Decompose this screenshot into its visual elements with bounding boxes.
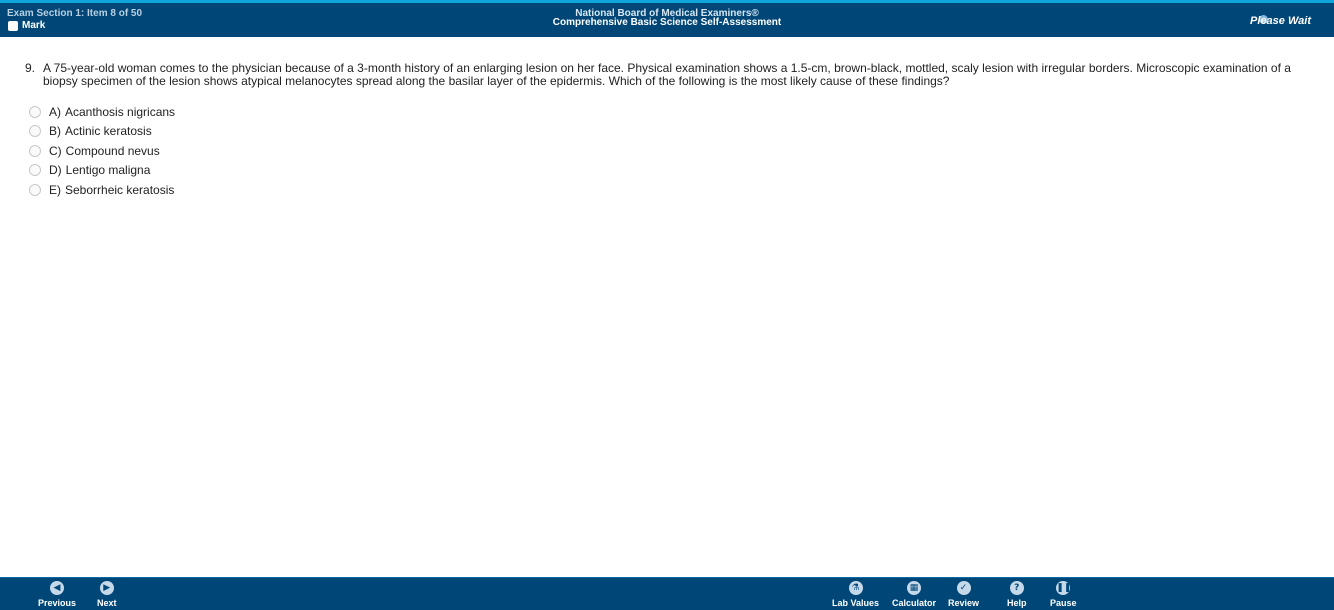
radio-button[interactable]	[29, 183, 41, 196]
pause-label: Pause	[1050, 598, 1077, 608]
footer-bar: ◀ Previous ▶ Next ⚗ Lab Values ▦ Calcula…	[0, 577, 1334, 610]
answer-option-d[interactable]: D) Lentigo maligna	[29, 161, 175, 181]
radio-button[interactable]	[29, 164, 41, 177]
exam-title-block: National Board of Medical Examiners® Com…	[0, 9, 1334, 28]
arrow-left-icon: ◀	[50, 581, 65, 595]
status-text: Please Wait	[1250, 15, 1311, 27]
previous-button[interactable]: ◀ Previous	[38, 581, 76, 608]
question-text: A 75-year-old woman comes to the physici…	[43, 61, 1291, 88]
radio-button[interactable]	[29, 144, 41, 157]
flask-icon: ⚗	[848, 581, 863, 595]
exam-title: Comprehensive Basic Science Self-Assessm…	[552, 17, 782, 28]
calculator-icon: ▦	[907, 581, 921, 595]
pause-button[interactable]: ❚❚ Pause	[1050, 581, 1077, 608]
calculator-label: Calculator	[892, 598, 937, 608]
help-label: Help	[1007, 598, 1027, 608]
calculator-button[interactable]: ▦ Calculator	[892, 581, 936, 608]
answer-option-b[interactable]: B) Actinic keratosis	[29, 122, 175, 142]
lab-values-label: Lab Values	[832, 598, 880, 608]
next-label: Next	[97, 598, 117, 608]
question-stem: 9. A 75-year-old woman comes to the phys…	[25, 62, 1320, 88]
option-letter: E)	[49, 182, 61, 197]
option-text: Compound nevus	[65, 143, 160, 158]
previous-label: Previous	[38, 598, 77, 608]
option-text: Seborrheic keratosis	[65, 182, 175, 197]
option-letter: B)	[49, 124, 61, 139]
lab-values-button[interactable]: ⚗ Lab Values	[832, 581, 879, 608]
option-text: Lentigo maligna	[65, 163, 151, 178]
option-letter: A)	[49, 104, 61, 119]
pause-icon: ❚❚	[1056, 581, 1072, 595]
help-button[interactable]: ? Help	[1007, 581, 1027, 608]
option-text: Acanthosis nigricans	[65, 104, 176, 119]
answer-option-e[interactable]: E) Seborrheic keratosis	[29, 180, 175, 200]
checkmark-icon: ✓	[956, 581, 971, 595]
option-letter: D)	[49, 163, 62, 178]
header-bar: Exam Section 1: Item 8 of 50 Mark Nation…	[0, 0, 1334, 37]
radio-button[interactable]	[29, 125, 41, 138]
radio-button[interactable]	[29, 105, 41, 118]
option-letter: C)	[49, 143, 62, 158]
next-button[interactable]: ▶ Next	[97, 581, 117, 608]
question-icon: ?	[1009, 581, 1024, 595]
answer-option-c[interactable]: C) Compound nevus	[29, 141, 175, 161]
review-label: Review	[948, 598, 980, 608]
answer-options: A) Acanthosis nigricans B) Actinic kerat…	[29, 102, 175, 200]
option-text: Actinic keratosis	[65, 124, 152, 139]
review-button[interactable]: ✓ Review	[948, 581, 979, 608]
question-number: 9.	[25, 61, 36, 75]
arrow-right-icon: ▶	[99, 581, 114, 595]
answer-option-a[interactable]: A) Acanthosis nigricans	[29, 102, 175, 122]
